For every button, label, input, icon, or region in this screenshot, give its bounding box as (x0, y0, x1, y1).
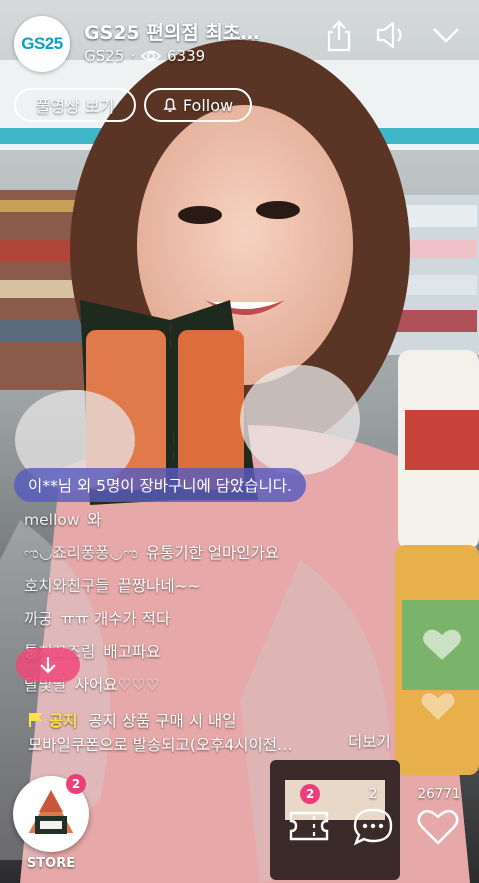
chevron-down-icon[interactable] (431, 20, 461, 50)
arrow-down-icon (40, 657, 56, 674)
floating-hearts (421, 629, 461, 720)
store-label: STORE (26, 856, 76, 871)
comment-count: 2 (368, 786, 378, 802)
like-count: 26771 (417, 786, 461, 802)
meta-separator: · (130, 47, 136, 65)
chat-message: 달빛달 사어요♡♡♡ (24, 674, 354, 707)
notice-box[interactable]: 공지 공지 상품 구매 시 내일 모바일쿠폰으로 발송되고(오후4시이전… (28, 709, 358, 757)
coupon-button[interactable] (286, 806, 332, 846)
channel-logo[interactable]: GS25 (14, 16, 70, 72)
chat-text: 유통기한 얼마인가요 (145, 544, 280, 562)
view-count: 6339 (167, 47, 206, 65)
notice-text-2: 모바일쿠폰으로 발송되고(오후4시이전… (28, 736, 293, 754)
share-icon[interactable] (325, 20, 353, 52)
chat-username: ಌ◡죠리퐁퐁◡ಌ (24, 544, 138, 562)
logo-text: GS25 (21, 34, 63, 53)
chat-text: ㅠㅠ 개수가 적다 (60, 610, 171, 628)
heart-icon (421, 693, 455, 720)
like-button[interactable] (414, 806, 462, 848)
store-badge: 2 (66, 774, 86, 794)
chat-message: 호치와친구들 끝짱나네~~ (24, 575, 354, 608)
chat-username: mellow (24, 511, 80, 529)
channel-name: GS25 (84, 47, 125, 65)
chat-text: 끝짱나네~~ (117, 577, 201, 595)
chat-message: mellow 와 (24, 509, 354, 542)
chat-username: 까궁 (24, 610, 53, 628)
live-title: GS25 편의점 최초… (84, 22, 260, 44)
coupon-icon (289, 811, 329, 841)
coupon-badge: 2 (300, 784, 320, 804)
follow-button[interactable]: Follow (144, 88, 252, 122)
comment-button[interactable] (350, 806, 396, 848)
heart-icon (417, 809, 459, 845)
volume-icon[interactable] (375, 20, 409, 50)
heart-icon (423, 629, 461, 660)
follow-label: Follow (182, 95, 234, 115)
notice-more-link[interactable]: 더보기 (348, 730, 391, 752)
eye-icon (141, 50, 162, 62)
top-controls (325, 20, 461, 52)
chat-bubble-icon (353, 808, 393, 846)
full-video-button[interactable]: 풀영상 보기 (14, 88, 136, 122)
chat-text: 와 (87, 511, 102, 529)
chat-text: 사어요♡♡♡ (74, 676, 160, 694)
chat-message: 까궁 ㅠㅠ 개수가 적다 (24, 608, 354, 641)
scroll-to-latest-button[interactable] (16, 648, 80, 682)
channel-meta: GS25 · 6339 (84, 47, 205, 65)
notice-text-1: 공지 상품 구매 시 내일 (88, 712, 237, 730)
bell-icon (163, 98, 177, 112)
chat-message: ಌ◡죠리퐁퐁◡ಌ 유통기한 얼마인가요 (24, 542, 354, 575)
chat-username: 호치와친구들 (24, 577, 110, 595)
notice-label: 공지 (48, 712, 78, 730)
chat-text: 배고파요 (103, 643, 161, 661)
flag-icon (29, 713, 42, 727)
cart-notification-banner: 이**님 외 5명이 장바구니에 담았습니다. (14, 468, 306, 502)
notice-line-1: 공지 공지 상품 구매 시 내일 (28, 709, 358, 733)
